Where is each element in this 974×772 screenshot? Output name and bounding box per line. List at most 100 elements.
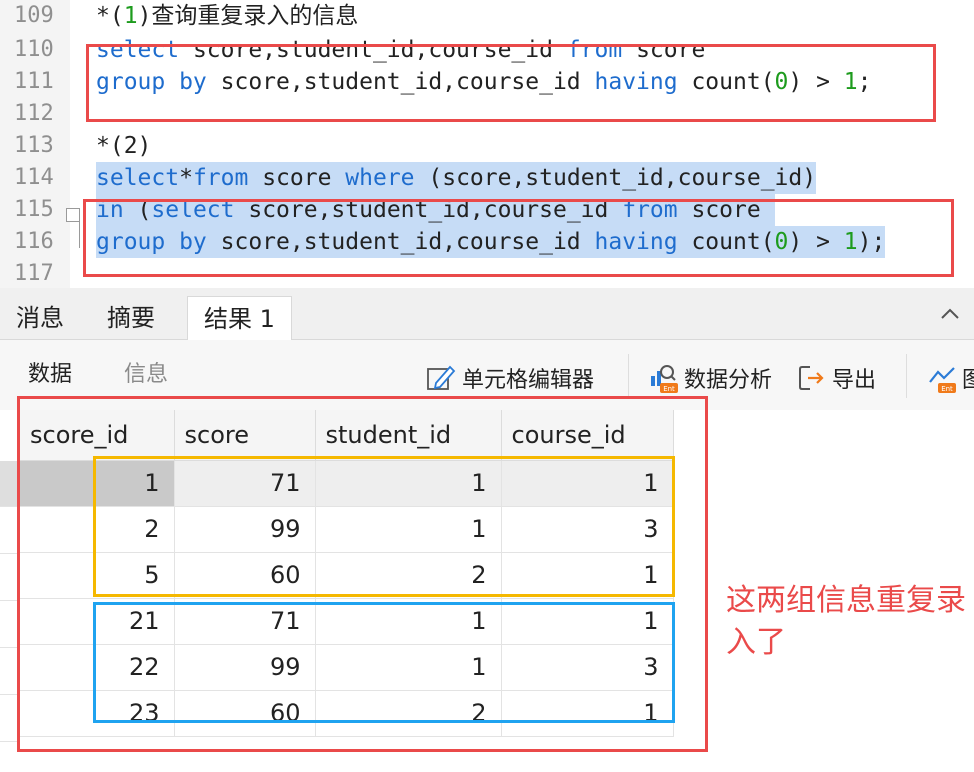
table-cell[interactable]: 2 <box>315 552 502 599</box>
table-cell[interactable]: 22 <box>20 644 175 691</box>
table-cell[interactable]: 1 <box>315 644 502 691</box>
editor-line[interactable]: 113 *(2) <box>0 130 974 162</box>
table-row[interactable]: 5 60 2 1 <box>20 552 674 599</box>
subtab-info[interactable]: 信息 <box>124 360 168 390</box>
table-row[interactable]: 21 71 1 1 <box>20 598 674 645</box>
table-cell[interactable]: 3 <box>501 506 674 553</box>
table-row[interactable]: 2 99 1 3 <box>20 506 674 553</box>
chart-button[interactable]: Ent 图 <box>926 362 974 394</box>
code-token: having <box>594 69 678 95</box>
table-row[interactable]: 23 60 2 1 <box>20 690 674 737</box>
column-header-student-id[interactable]: student_id <box>315 410 502 461</box>
table-cell[interactable]: 2 <box>20 506 175 553</box>
code-token: 1 <box>843 69 858 95</box>
code-token: ); <box>857 229 886 255</box>
fold-toggle-icon[interactable] <box>66 208 80 222</box>
table-cell[interactable]: 1 <box>20 460 175 507</box>
chart-label: 图 <box>962 368 974 393</box>
row-stub[interactable] <box>0 696 20 742</box>
code-text: select*from score where (score,student_i… <box>96 162 817 194</box>
line-number: 113 <box>14 133 54 158</box>
editor-line[interactable]: 116 group by score,student_id,course_id h… <box>0 226 974 258</box>
cell-editor-icon <box>427 365 456 390</box>
code-token: ; <box>857 69 872 95</box>
table-cell[interactable]: 23 <box>20 690 175 737</box>
code-token: from <box>622 197 678 223</box>
data-analysis-icon: Ent <box>651 365 678 393</box>
code-token: group by <box>96 69 207 95</box>
line-number: 111 <box>14 69 54 94</box>
code-token: score,student_id,course_id <box>179 37 567 63</box>
code-token: select <box>96 165 180 191</box>
export-label: 导出 <box>832 368 877 393</box>
table-cell[interactable]: 1 <box>501 552 674 599</box>
table-cell[interactable]: 60 <box>174 552 316 599</box>
line-number: 112 <box>14 101 54 126</box>
code-text: in (select score,student_id,course_id fr… <box>96 194 775 226</box>
code-token: (score,student_id,course_id) <box>414 165 817 191</box>
code-token: score,student_id,course_id <box>206 69 595 95</box>
table-cell[interactable]: 3 <box>501 644 674 691</box>
editor-line[interactable]: 112 <box>0 98 974 130</box>
table-cell[interactable]: 99 <box>174 644 316 691</box>
tab-result-1[interactable]: 结果 1 <box>187 296 292 341</box>
column-header-score-id[interactable]: score_id <box>20 410 175 461</box>
editor-line[interactable]: 110 select score,student_id,course_id fro… <box>0 34 974 66</box>
table-cell[interactable]: 60 <box>174 690 316 737</box>
subtab-data[interactable]: 数据 <box>28 360 72 390</box>
table-cell[interactable]: 1 <box>501 598 674 645</box>
code-token: ) > <box>788 69 844 95</box>
table-cell[interactable]: 1 <box>501 460 674 507</box>
table-cell[interactable]: 1 <box>315 506 502 553</box>
row-stub[interactable] <box>0 508 20 554</box>
table-cell[interactable]: 71 <box>174 598 316 645</box>
table-row[interactable]: 1 71 1 1 <box>20 460 674 507</box>
table-cell[interactable]: 1 <box>501 690 674 737</box>
code-text: group by score,student_id,course_id havi… <box>96 66 872 98</box>
line-number: 116 <box>14 229 54 254</box>
annotation-note: 这两组信息重复录入了 <box>726 583 966 660</box>
code-token: 1 <box>123 3 138 29</box>
editor-line[interactable]: 109 *(1)查询重复录入的信息 <box>0 0 974 32</box>
table-cell[interactable]: 21 <box>20 598 175 645</box>
result-toolbar: 数据 信息 单元格编辑器 Ent 数据分析 导出 Ent 图 <box>0 340 974 410</box>
tab-summary[interactable]: 摘要 <box>91 296 171 340</box>
result-panel-tabs: 消息 摘要 结果 1 <box>0 288 974 341</box>
editor-line[interactable]: 114 select*from score where (score,studen… <box>0 162 974 194</box>
column-header-course-id[interactable]: course_id <box>501 410 674 461</box>
sql-editor[interactable]: 109 *(1)查询重复录入的信息 110 select score,student_… <box>0 0 974 288</box>
tab-messages[interactable]: 消息 <box>0 296 80 340</box>
code-token: 0 <box>774 229 789 255</box>
row-stub[interactable] <box>0 461 20 507</box>
code-token: ( <box>123 197 152 223</box>
result-table: score_id score student_id course_id 1 71 1… <box>20 410 674 737</box>
column-header-score[interactable]: score <box>174 410 316 461</box>
code-token: having <box>594 229 678 255</box>
editor-line[interactable]: 117 <box>0 258 974 288</box>
table-cell[interactable]: 71 <box>174 460 316 507</box>
table-cell[interactable]: 1 <box>315 460 502 507</box>
editor-line[interactable]: 115 in (select score,student_id,course_id… <box>0 194 974 226</box>
code-token: 1 <box>843 229 858 255</box>
row-stub[interactable] <box>0 649 20 695</box>
table-cell[interactable]: 2 <box>315 690 502 737</box>
code-token: from <box>566 37 623 63</box>
row-stub[interactable] <box>0 602 20 648</box>
chevron-up-icon[interactable] <box>940 304 960 324</box>
table-cell[interactable]: 1 <box>315 598 502 645</box>
data-analysis-button[interactable]: Ent 数据分析 <box>648 362 772 394</box>
code-token: score,student_id,course_id <box>206 229 595 255</box>
code-token: count( <box>677 69 775 95</box>
code-token: where <box>345 165 415 191</box>
table-row[interactable]: 22 99 1 3 <box>20 644 674 691</box>
code-token: select <box>96 37 180 63</box>
table-cell[interactable]: 99 <box>174 506 316 553</box>
export-button[interactable]: 导出 <box>796 362 876 394</box>
row-stub[interactable] <box>0 555 20 601</box>
cell-editor-button[interactable]: 单元格编辑器 <box>426 362 594 394</box>
code-text: *(2) <box>96 130 151 162</box>
line-number: 115 <box>14 197 54 222</box>
code-token: score <box>622 37 706 63</box>
table-cell[interactable]: 5 <box>20 552 175 599</box>
editor-line[interactable]: 111 group by score,student_id,course_id h… <box>0 66 974 98</box>
